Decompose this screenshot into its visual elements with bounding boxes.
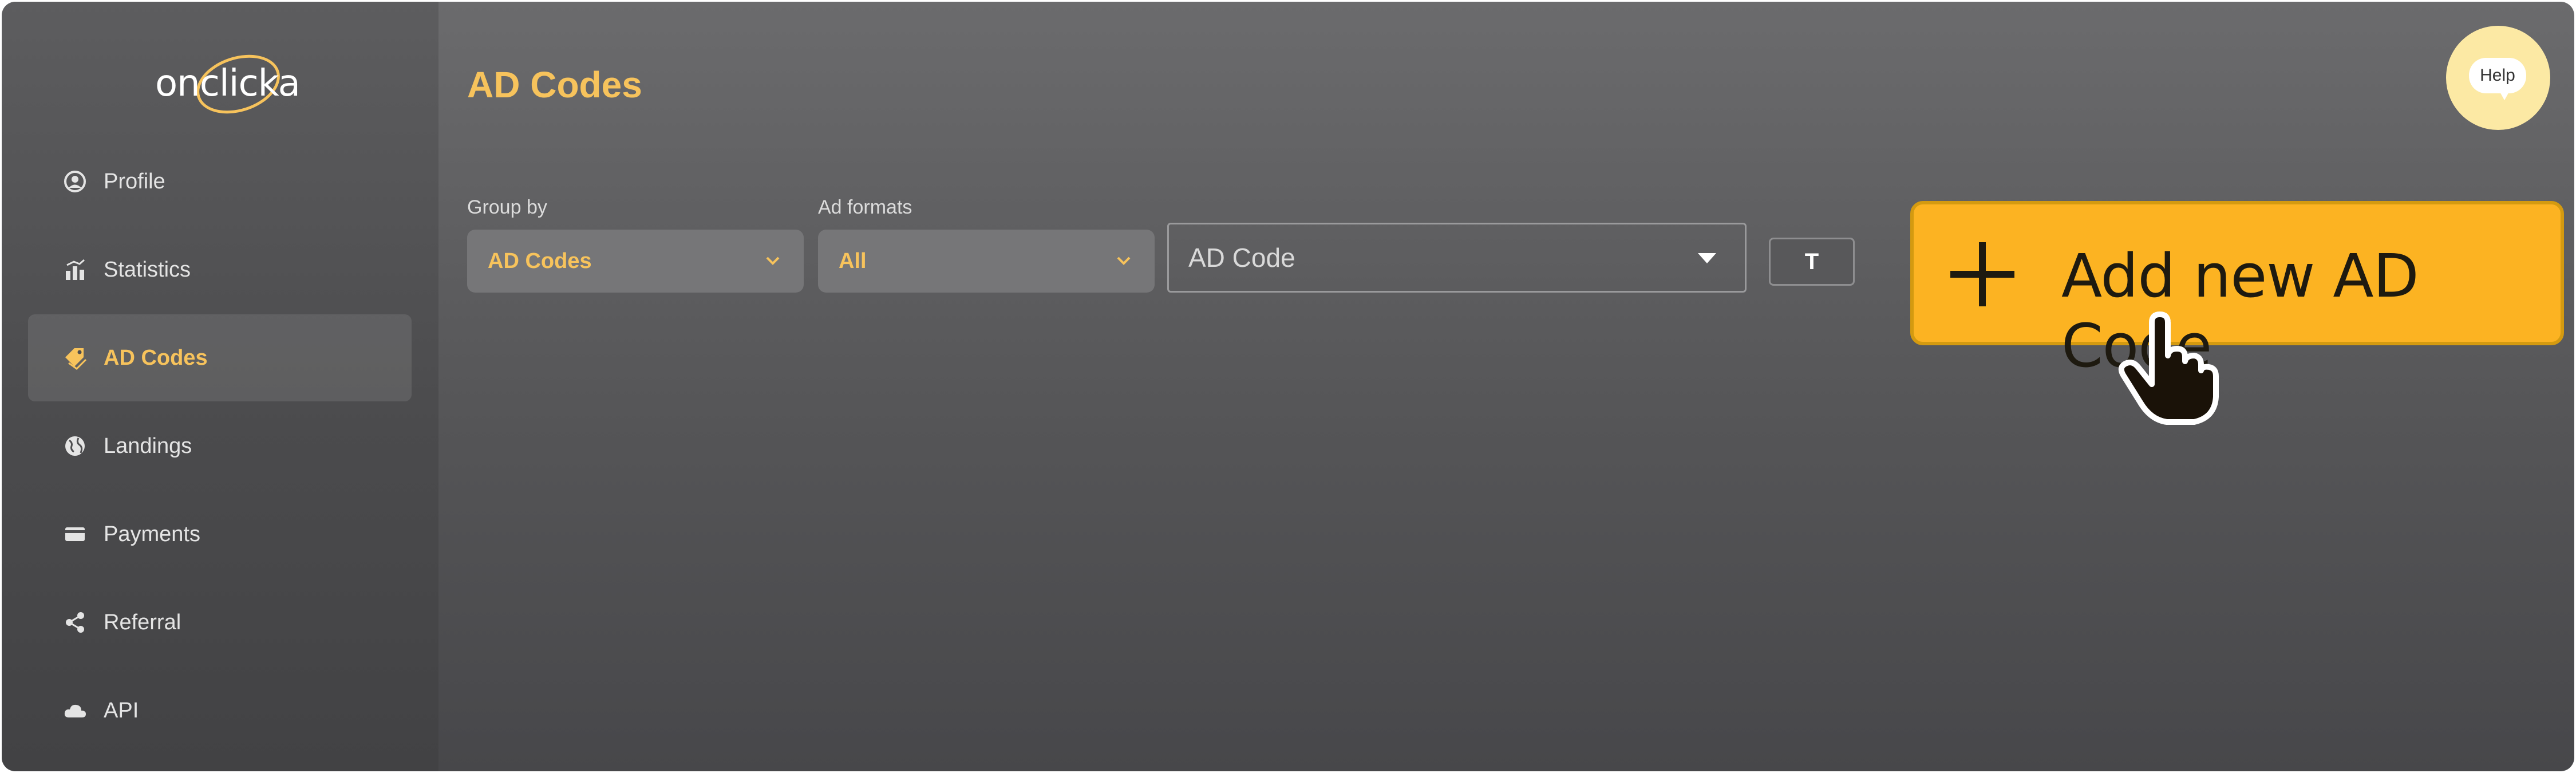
ad-formats-select[interactable]: All: [818, 230, 1155, 293]
chevron-down-icon: [1117, 257, 1131, 265]
plus-icon: [1950, 242, 2014, 306]
add-new-ad-code-button[interactable]: Add new AD Code: [1910, 201, 2564, 381]
text-toggle-button[interactable]: T: [1769, 238, 1855, 286]
ad-formats-label: Ad formats: [818, 196, 912, 218]
credit-card-icon: [62, 522, 88, 547]
ad-formats-value: All: [839, 249, 867, 273]
help-label: Help: [2480, 66, 2515, 85]
sidebar: onclicka Profile Statistics AD Codes Lan: [2, 2, 438, 771]
globe-icon: [62, 433, 88, 459]
sidebar-item-label: Statistics: [104, 257, 191, 282]
sidebar-item-label: Landings: [104, 433, 192, 458]
cloud-icon: [62, 698, 88, 723]
group-by-label: Group by: [467, 196, 547, 218]
page-title: AD Codes: [467, 64, 642, 105]
group-by-value: AD Codes: [488, 249, 592, 273]
share-icon: [62, 610, 88, 635]
ad-code-select[interactable]: AD Code: [1167, 223, 1747, 293]
logo[interactable]: onclicka: [155, 45, 301, 124]
sidebar-item-statistics[interactable]: Statistics: [28, 226, 412, 313]
user-circle-icon: [62, 169, 88, 194]
sidebar-item-api[interactable]: API: [28, 667, 412, 754]
hand-pointer-icon: [2118, 311, 2219, 425]
logo-text: onclicka: [155, 62, 301, 105]
sidebar-item-ad-codes[interactable]: AD Codes: [28, 314, 412, 401]
app-window: onclicka Profile Statistics AD Codes Lan: [2, 2, 2574, 771]
sidebar-item-referral[interactable]: Referral: [28, 579, 412, 666]
sidebar-item-label: Referral: [104, 610, 181, 634]
sidebar-item-label: Profile: [104, 169, 165, 194]
speech-bubble-tail: [2499, 90, 2510, 100]
speech-bubble-icon: Help: [2469, 58, 2526, 93]
bar-chart-icon: [62, 257, 88, 282]
tag-icon: [62, 345, 88, 370]
sidebar-item-label: Payments: [104, 522, 200, 546]
ad-code-placeholder: AD Code: [1188, 243, 1295, 273]
caret-down-icon: [1698, 253, 1716, 263]
chevron-down-icon: [766, 257, 780, 265]
group-by-select[interactable]: AD Codes: [467, 230, 804, 293]
sidebar-item-payments[interactable]: Payments: [28, 491, 412, 578]
help-button[interactable]: Help: [2446, 26, 2550, 130]
sidebar-item-profile[interactable]: Profile: [28, 138, 412, 225]
sidebar-item-label: AD Codes: [104, 345, 208, 370]
sidebar-item-label: API: [104, 698, 139, 723]
sidebar-item-landings[interactable]: Landings: [28, 403, 412, 490]
